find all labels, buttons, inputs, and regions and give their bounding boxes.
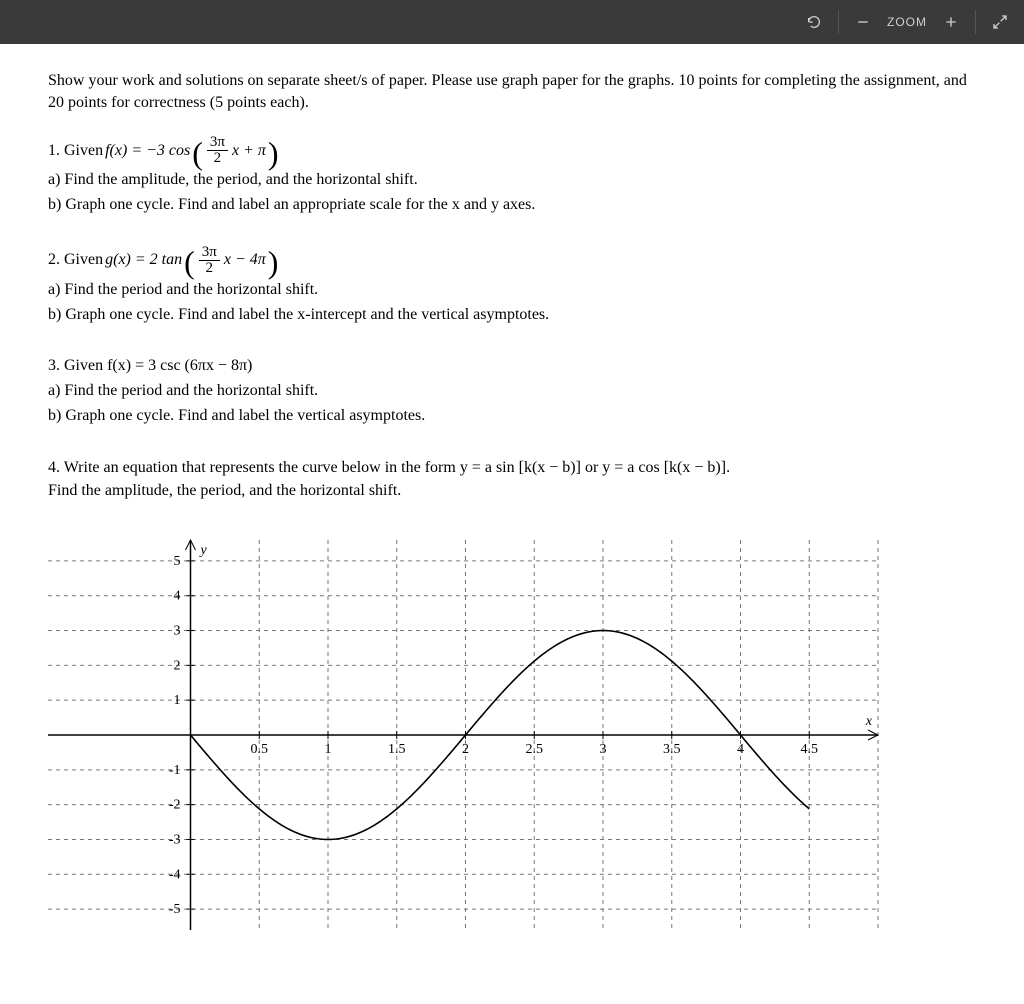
q2-function: g(x) = 2 tan	[105, 248, 182, 271]
question-4: 4. Write an equation that represents the…	[48, 456, 976, 502]
viewer-toolbar: ZOOM	[0, 0, 1024, 44]
svg-text:4.5: 4.5	[801, 742, 819, 757]
svg-text:2: 2	[462, 742, 469, 757]
q2-part-b: b) Graph one cycle. Find and label the x…	[48, 303, 976, 326]
q2-lead: 2. Given	[48, 248, 103, 271]
svg-text:2.5: 2.5	[526, 742, 544, 757]
svg-text:1: 1	[325, 742, 332, 757]
question-3: 3. Given f(x) = 3 csc (6πx − 8π) a) Find…	[48, 354, 976, 428]
q1-part-a: a) Find the amplitude, the period, and t…	[48, 168, 976, 191]
svg-text:-4: -4	[169, 867, 181, 882]
svg-text:-1: -1	[169, 763, 181, 778]
q1-fraction: 3π 2	[207, 135, 228, 166]
svg-text:-2: -2	[169, 798, 181, 813]
fullscreen-icon[interactable]	[986, 8, 1014, 36]
svg-text:2: 2	[174, 658, 181, 673]
svg-text:3: 3	[600, 742, 607, 757]
svg-text:-5: -5	[169, 902, 181, 917]
svg-text:1: 1	[174, 693, 181, 708]
q4-line2: Find the amplitude, the period, and the …	[48, 479, 976, 502]
svg-text:5: 5	[174, 554, 181, 569]
q1-part-b: b) Graph one cycle. Find and label an ap…	[48, 193, 976, 216]
zoom-out-button[interactable]	[849, 8, 877, 36]
q1-function: f(x) = −3 cos	[105, 139, 190, 162]
toolbar-separator	[975, 10, 976, 34]
q2-part-a: a) Find the period and the horizontal sh…	[48, 278, 976, 301]
zoom-label: ZOOM	[887, 15, 927, 29]
assignment-intro: Show your work and solutions on separate…	[48, 70, 976, 113]
q1-lead: 1. Given	[48, 139, 103, 162]
svg-text:1.5: 1.5	[388, 742, 406, 757]
q2-tail: x − 4π	[224, 248, 266, 271]
svg-text:y: y	[199, 543, 208, 558]
sine-curve-graph: -5 -4 -3 -2 -1 1 2 3 4 5 0.5 1 1.5 2 2.5 3 3.5 4 4.5 y x	[48, 530, 898, 940]
rotate-icon[interactable]	[800, 8, 828, 36]
q2-fraction: 3π 2	[199, 245, 220, 276]
graph-container: -5 -4 -3 -2 -1 1 2 3 4 5 0.5 1 1.5 2 2.5 3 3.5 4 4.5 y x	[48, 530, 976, 945]
svg-text:4: 4	[174, 589, 181, 604]
svg-text:0.5: 0.5	[251, 742, 269, 757]
svg-text:-3: -3	[169, 832, 181, 847]
document-page: Show your work and solutions on separate…	[0, 44, 1024, 985]
svg-text:x: x	[865, 714, 873, 729]
q3-line: 3. Given f(x) = 3 csc (6πx − 8π)	[48, 354, 976, 377]
svg-text:3: 3	[174, 623, 181, 638]
toolbar-separator	[838, 10, 839, 34]
q3-part-a: a) Find the period and the horizontal sh…	[48, 379, 976, 402]
q4-line1: 4. Write an equation that represents the…	[48, 456, 976, 479]
question-1: 1. Given f(x) = −3 cos ( 3π 2 x + π ) a)…	[48, 135, 976, 216]
svg-text:3.5: 3.5	[663, 742, 681, 757]
zoom-in-button[interactable]	[937, 8, 965, 36]
q1-tail: x + π	[232, 139, 266, 162]
question-2: 2. Given g(x) = 2 tan ( 3π 2 x − 4π ) a)…	[48, 245, 976, 326]
q3-part-b: b) Graph one cycle. Find and label the v…	[48, 404, 976, 427]
svg-text:4: 4	[737, 742, 744, 757]
